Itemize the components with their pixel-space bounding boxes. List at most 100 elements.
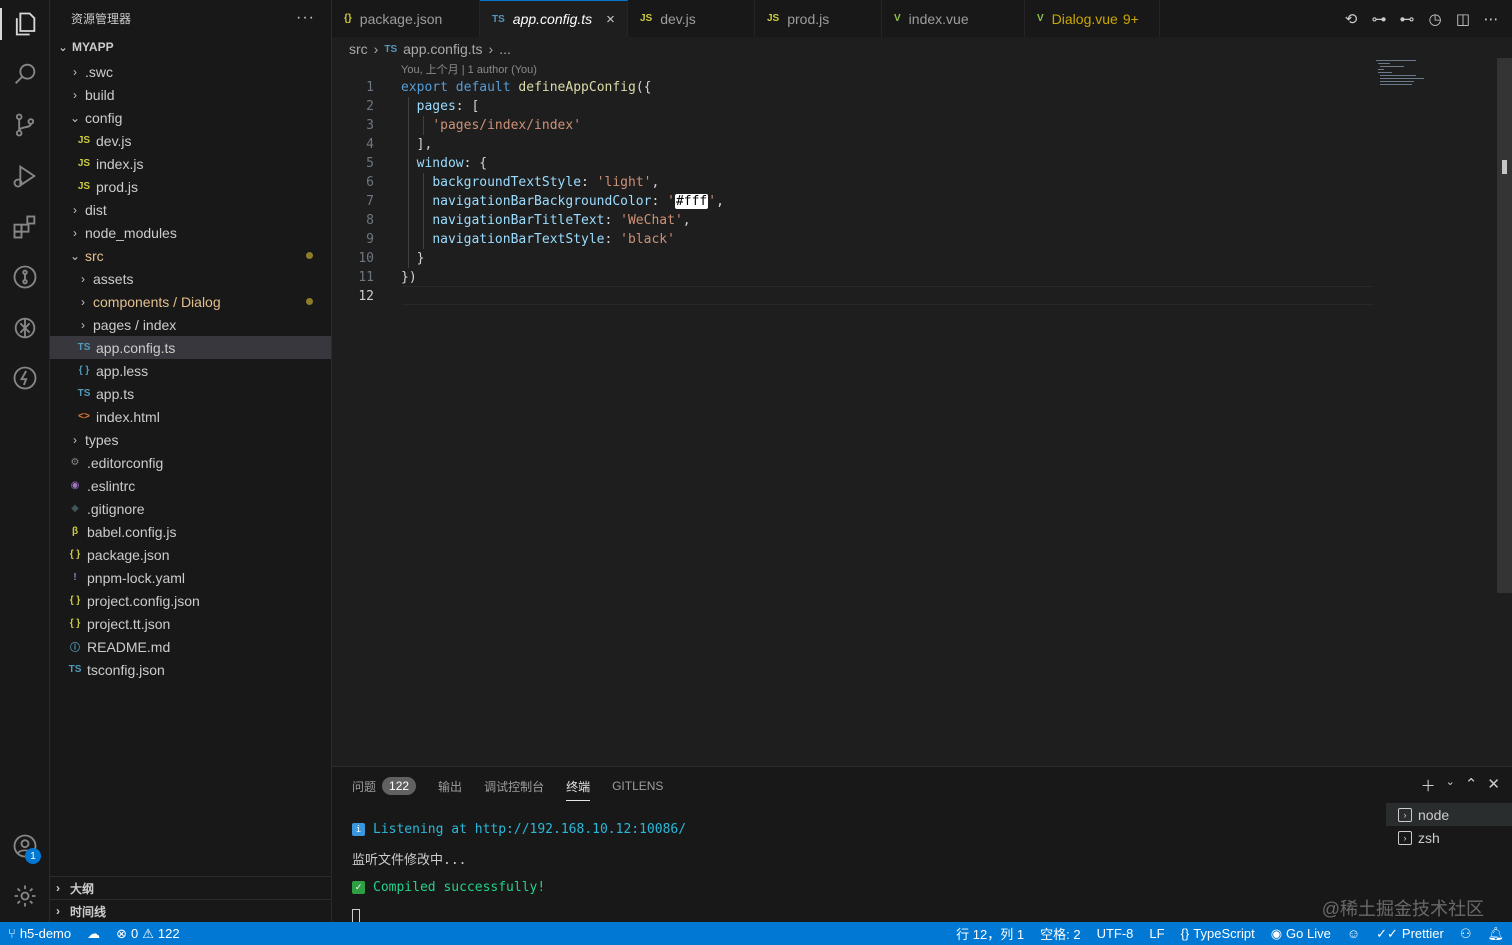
- go-live-button[interactable]: ◉ Go Live: [1263, 926, 1339, 942]
- tree-file[interactable]: TS app.config.ts: [50, 336, 331, 359]
- code-token: defineAppConfig: [518, 80, 636, 95]
- tree-file[interactable]: β babel.config.js: [50, 520, 331, 543]
- tree-file[interactable]: <> index.html: [50, 405, 331, 428]
- previous-revision-icon[interactable]: ⊶: [1370, 10, 1388, 28]
- chevron-right-icon: ›: [488, 41, 494, 57]
- split-editor-icon[interactable]: ◫: [1454, 10, 1472, 28]
- editor-tab[interactable]: V Dialog.vue 9+: [1025, 0, 1160, 37]
- terminal-instance[interactable]: › zsh: [1386, 826, 1512, 849]
- terminal-output[interactable]: i Listening at http://192.168.10.12:1008…: [352, 815, 686, 931]
- tree-folder[interactable]: › types: [50, 428, 331, 451]
- tree-folder[interactable]: › assets: [50, 267, 331, 290]
- end-of-line[interactable]: LF: [1141, 926, 1172, 941]
- copilot-button[interactable]: ☺: [1339, 926, 1368, 941]
- settings-gear-icon[interactable]: [0, 876, 50, 916]
- close-panel-icon[interactable]: ✕: [1487, 775, 1500, 796]
- close-icon[interactable]: ×: [606, 11, 615, 28]
- branch-indicator[interactable]: ⑂ h5-demo: [0, 926, 79, 941]
- tab-label: Dialog.vue: [1051, 10, 1118, 27]
- breadcrumb-file[interactable]: app.config.ts: [403, 41, 482, 57]
- thunder-icon[interactable]: [0, 358, 50, 398]
- terminal-instance[interactable]: › node: [1386, 803, 1512, 826]
- breadcrumb-symbol[interactable]: ...: [499, 41, 511, 57]
- editor-tab[interactable]: TS app.config.ts ×: [480, 0, 628, 37]
- tree-file[interactable]: { } project.config.json: [50, 589, 331, 612]
- extensions-icon[interactable]: [0, 207, 50, 247]
- search-icon[interactable]: [0, 54, 50, 94]
- tree-file[interactable]: TS tsconfig.json: [50, 658, 331, 681]
- code-editor[interactable]: 1 export default defineAppConfig({2 pages…: [332, 78, 1512, 766]
- timeline-section[interactable]: › 时间线: [50, 899, 331, 922]
- cursor-position[interactable]: 行 12，列 1: [948, 924, 1032, 943]
- tree-folder[interactable]: ⌄ config: [50, 106, 331, 129]
- tree-file[interactable]: ◆ .gitignore: [50, 497, 331, 520]
- run-debug-icon[interactable]: [0, 156, 50, 196]
- panel-tab[interactable]: 问题 122: [352, 775, 417, 797]
- source-control-icon[interactable]: [0, 105, 50, 145]
- timeline-label: 时间线: [70, 904, 107, 919]
- next-revision-icon[interactable]: ⊷: [1398, 10, 1416, 28]
- tree-file[interactable]: { } package.json: [50, 543, 331, 566]
- tree-file[interactable]: ⚙ .editorconfig: [50, 451, 331, 474]
- line-number: 3: [366, 118, 374, 133]
- outline-section[interactable]: › 大纲: [50, 876, 331, 899]
- prettier-button[interactable]: ✓✓ Prettier: [1368, 926, 1452, 942]
- editor-tab[interactable]: {} package.json: [332, 0, 480, 37]
- encoding[interactable]: UTF-8: [1089, 926, 1142, 941]
- tree-file[interactable]: ⓘ README.md: [50, 635, 331, 658]
- editor-tab[interactable]: JS prod.js: [755, 0, 882, 37]
- more-actions-icon[interactable]: ⋯: [1482, 10, 1500, 28]
- tree-file[interactable]: JS prod.js: [50, 175, 331, 198]
- html-file-icon: <>: [78, 411, 90, 422]
- tree-file[interactable]: ◉ .eslintrc: [50, 474, 331, 497]
- tree-folder[interactable]: ⌄ src: [50, 244, 331, 267]
- panel-tab[interactable]: GITLENS: [612, 775, 663, 797]
- tree-file[interactable]: { } project.tt.json: [50, 612, 331, 635]
- compare-changes-icon[interactable]: ⟲: [1342, 10, 1360, 28]
- explorer-icon[interactable]: [0, 4, 50, 44]
- gitlens-icon[interactable]: [0, 257, 50, 297]
- workspace-root[interactable]: ⌄ MYAPP: [50, 36, 331, 58]
- maximize-panel-icon[interactable]: ⌃: [1465, 775, 1478, 796]
- timeline-icon[interactable]: ◷: [1426, 10, 1444, 28]
- tree-file[interactable]: { } app.less: [50, 359, 331, 382]
- tree-folder[interactable]: › build: [50, 83, 331, 106]
- tree-file[interactable]: JS dev.js: [50, 129, 331, 152]
- feedback-button[interactable]: ⚇: [1452, 926, 1480, 942]
- indentation[interactable]: 空格: 2: [1032, 924, 1088, 943]
- panel-tab[interactable]: 输出: [438, 775, 462, 797]
- explorer-sidebar: 资源管理器 ··· ⌄ MYAPP › .swc › build ⌄ config JS de…: [50, 0, 332, 922]
- chatgpt-icon[interactable]: [0, 308, 50, 348]
- editor-tab[interactable]: JS dev.js: [628, 0, 755, 37]
- sync-button[interactable]: ☁: [79, 926, 108, 942]
- tree-folder[interactable]: › node_modules: [50, 221, 331, 244]
- terminal-line: ✓ Compiled successfully!: [352, 873, 686, 902]
- language-mode[interactable]: {} TypeScript: [1173, 926, 1263, 941]
- more-actions-icon[interactable]: ···: [296, 9, 315, 27]
- tab-label: package.json: [359, 10, 443, 27]
- tree-file[interactable]: ! pnpm-lock.yaml: [50, 566, 331, 589]
- breadcrumb-folder[interactable]: src: [349, 41, 368, 57]
- editor-tab[interactable]: Vindex.vue: [882, 0, 1025, 37]
- chevron-down-icon[interactable]: ⌄: [1446, 775, 1455, 796]
- blame-annotation[interactable]: You, 上个月 | 1 author (You): [401, 61, 537, 77]
- tree-file[interactable]: JS index.js: [50, 152, 331, 175]
- tree-file[interactable]: TS app.ts: [50, 382, 331, 405]
- new-terminal-icon[interactable]: ＋: [1421, 775, 1436, 796]
- info-icon: ⓘ: [70, 643, 80, 654]
- tree-item-label: dev.js: [96, 132, 132, 149]
- problems-indicator[interactable]: ⊗ 0 ⚠ 122: [108, 926, 188, 942]
- panel-tab[interactable]: 调试控制台: [484, 775, 544, 797]
- tree-folder[interactable]: › dist: [50, 198, 331, 221]
- editor-scrollbar[interactable]: [1497, 58, 1512, 593]
- chevron-right-icon: ›: [81, 271, 85, 286]
- minimap[interactable]: [1374, 58, 1498, 88]
- code-token: ({: [635, 80, 652, 95]
- tree-folder[interactable]: › .swc: [50, 60, 331, 83]
- tree-folder[interactable]: › pages / index: [50, 313, 331, 336]
- tree-folder[interactable]: › components / Dialog: [50, 290, 331, 313]
- panel-tab[interactable]: 终端: [566, 775, 591, 801]
- notifications-button[interactable]: 🔔︎: [1479, 926, 1512, 942]
- account-icon[interactable]: 1: [0, 826, 50, 866]
